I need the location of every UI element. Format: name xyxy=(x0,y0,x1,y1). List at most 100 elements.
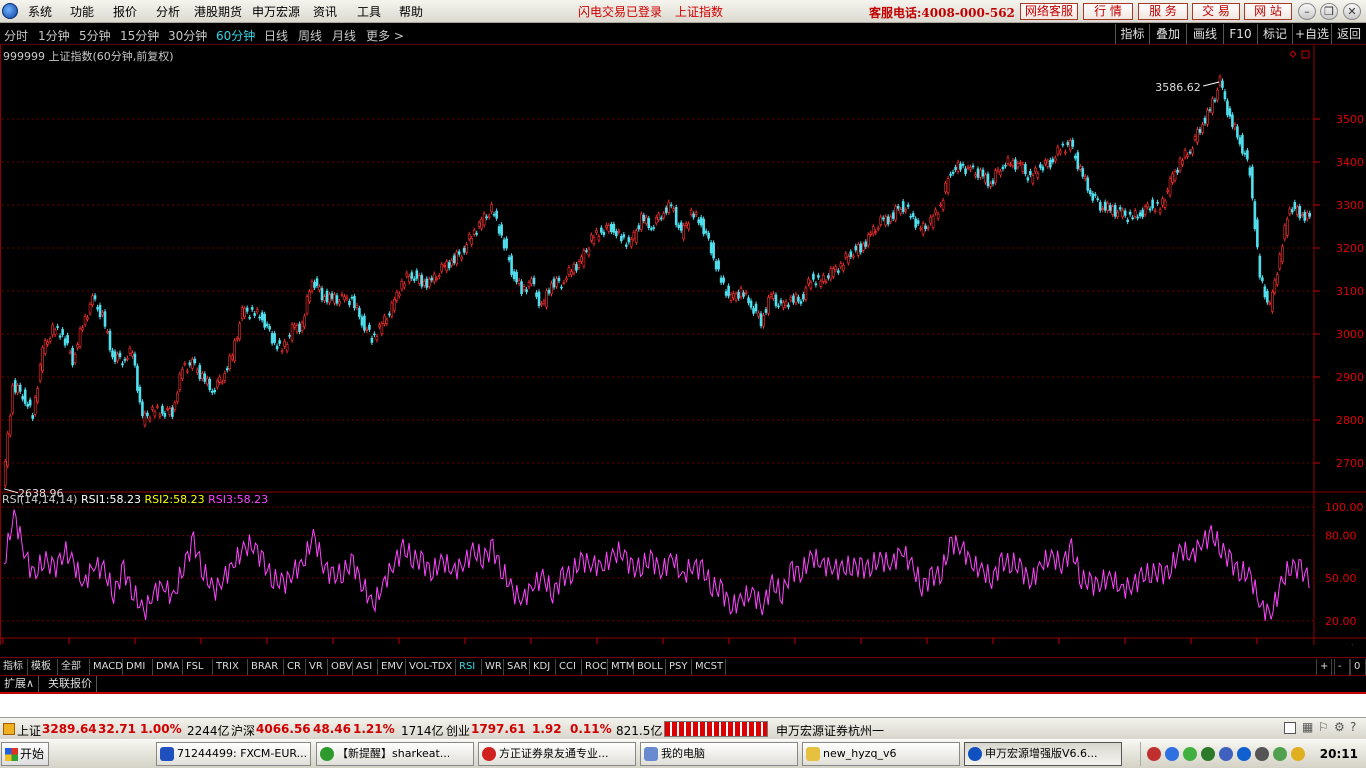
volume-icon[interactable] xyxy=(1255,747,1269,761)
indicator-tab-kdj[interactable]: KDJ xyxy=(530,659,556,675)
news-icon[interactable]: ▦ xyxy=(1302,720,1313,734)
network-icon[interactable] xyxy=(1147,747,1161,761)
indicator-tab-fsl[interactable]: FSL xyxy=(183,659,213,675)
settings-icon[interactable]: ⚙ xyxy=(1334,720,1345,734)
indicator-tab-全部[interactable]: 全部 xyxy=(58,659,90,675)
menu-hk-futures[interactable]: 港股期货 xyxy=(194,3,242,20)
tool-back[interactable]: 返回 xyxy=(1331,24,1366,44)
indicator-tab-模板[interactable]: 模板 xyxy=(28,659,58,675)
task-browser-forum[interactable]: 【新提醒】sharkeat... xyxy=(316,742,474,766)
restore-icon[interactable]: ❐ xyxy=(1320,3,1338,20)
indicator-tab-roc[interactable]: ROC xyxy=(582,659,608,675)
candle-body xyxy=(989,183,992,187)
task-swhy[interactable]: 申万宏源增强版V6.6... xyxy=(964,742,1122,766)
indicator-tab-dmi[interactable]: DMI xyxy=(123,659,153,675)
period-30min[interactable]: 30分钟 xyxy=(168,27,207,44)
menu-analysis[interactable]: 分析 xyxy=(156,3,180,20)
index-link[interactable]: 上证指数 xyxy=(675,3,723,20)
period-5min[interactable]: 5分钟 xyxy=(79,27,111,44)
task-folder[interactable]: new_hyzq_v6 xyxy=(802,742,960,766)
tool-draw[interactable]: 画线 xyxy=(1186,24,1223,44)
close-icon[interactable]: ✕ xyxy=(1343,3,1361,20)
help-icon[interactable]: ? xyxy=(1350,720,1356,734)
ie-icon[interactable] xyxy=(1183,747,1197,761)
service-button[interactable]: 服 务 xyxy=(1138,3,1188,20)
indicator-tab-psy[interactable]: PSY xyxy=(666,659,692,675)
period-weekly[interactable]: 周线 xyxy=(298,27,322,44)
ime-icon[interactable] xyxy=(1165,747,1179,761)
market-button[interactable]: 行 情 xyxy=(1083,3,1133,20)
checkbox-icon[interactable] xyxy=(1284,722,1296,734)
task-my-computer[interactable]: 我的电脑 xyxy=(640,742,798,766)
website-button[interactable]: 网 站 xyxy=(1244,3,1292,20)
zoom-in-button[interactable]: + xyxy=(1316,659,1332,675)
app-logo-icon[interactable] xyxy=(2,3,18,19)
indicator-tab-wr[interactable]: WR xyxy=(482,659,504,675)
menu-tools[interactable]: 工具 xyxy=(357,3,381,20)
tool-f10[interactable]: F10 xyxy=(1223,24,1257,44)
indicator-tab-macd[interactable]: MACD xyxy=(90,659,123,675)
online-service-button[interactable]: 网络客服 xyxy=(1020,3,1078,20)
indicator-tab-obv[interactable]: OBV xyxy=(328,659,353,675)
indicator-tab-brar[interactable]: BRAR xyxy=(248,659,284,675)
candle-body xyxy=(1233,124,1237,129)
update-icon[interactable] xyxy=(1273,747,1287,761)
period-monthly[interactable]: 月线 xyxy=(332,27,356,44)
candle-body xyxy=(228,355,232,370)
connection-icon[interactable]: ⚐ xyxy=(1318,720,1329,734)
task-founder[interactable]: 方正证券泉友通专业... xyxy=(478,742,636,766)
indicator-tab-boll[interactable]: BOLL xyxy=(634,659,666,675)
candle-body xyxy=(639,213,643,230)
period-60min[interactable]: 60分钟 xyxy=(216,27,255,44)
minimize-icon[interactable]: – xyxy=(1298,3,1316,20)
period-1min[interactable]: 1分钟 xyxy=(38,27,70,44)
refresh-icon[interactable] xyxy=(1291,747,1305,761)
indicator-tab-emv[interactable]: EMV xyxy=(378,659,406,675)
zoom-reset-button[interactable]: 0 xyxy=(1350,659,1366,675)
start-button[interactable]: 开始 xyxy=(1,742,49,766)
tool-mark[interactable]: 标记 xyxy=(1257,24,1292,44)
indicator-tab-vol-tdx[interactable]: VOL-TDX xyxy=(406,659,456,675)
trade-button[interactable]: 交 易 xyxy=(1192,3,1240,20)
period-daily[interactable]: 日线 xyxy=(264,27,288,44)
zoom-out-button[interactable]: - xyxy=(1334,659,1350,675)
indicator-tab-asi[interactable]: ASI xyxy=(353,659,378,675)
indicator-tab-vr[interactable]: VR xyxy=(306,659,328,675)
tool-overlay[interactable]: 叠加 xyxy=(1149,24,1186,44)
chart-area[interactable]: 3500 3400 3300 3200 3100 3000 2900 2800 2700 100.… xyxy=(0,45,1366,645)
indicator-tab-trix[interactable]: TRIX xyxy=(213,659,248,675)
expand-tab[interactable]: 扩展∧ xyxy=(0,676,40,692)
candle-body xyxy=(325,290,329,303)
bluetooth-icon[interactable] xyxy=(1237,747,1251,761)
period-tick[interactable]: 分时 xyxy=(4,27,28,44)
indicator-tab-cr[interactable]: CR xyxy=(284,659,306,675)
login-status[interactable]: 闪电交易已登录 xyxy=(578,3,662,20)
indicator-tab-cci[interactable]: CCI xyxy=(556,659,582,675)
hs-name[interactable]: 沪深 xyxy=(231,722,255,739)
menu-quote[interactable]: 报价 xyxy=(113,3,137,20)
tool-indicator[interactable]: 指标 xyxy=(1115,24,1149,44)
period-more[interactable]: 更多 > xyxy=(366,27,404,44)
indicator-tab-sar[interactable]: SAR xyxy=(504,659,530,675)
indicator-tab-mtm[interactable]: MTM xyxy=(608,659,634,675)
period-15min[interactable]: 15分钟 xyxy=(120,27,159,44)
menu-info[interactable]: 资讯 xyxy=(313,3,337,20)
indicator-tab-dma[interactable]: DMA xyxy=(153,659,183,675)
menu-system[interactable]: 系统 xyxy=(28,3,52,20)
menu-swhy[interactable]: 申万宏源 xyxy=(252,3,300,20)
menu-function[interactable]: 功能 xyxy=(70,3,94,20)
sh-name[interactable]: 上证 xyxy=(17,722,41,739)
cy-name[interactable]: 创业 xyxy=(446,722,470,739)
indicator-tab-mcst[interactable]: MCST xyxy=(692,659,726,675)
indicator-tab-指标[interactable]: 指标 xyxy=(0,659,28,675)
monitor-icon[interactable] xyxy=(1219,747,1233,761)
indicator-tab-rsi[interactable]: RSI xyxy=(456,659,482,675)
related-quote-tab[interactable]: 关联报价 xyxy=(44,676,97,692)
kline-chart[interactable]: 3500 3400 3300 3200 3100 3000 2900 2800 2700 100.… xyxy=(0,45,1366,645)
antivirus-icon[interactable] xyxy=(1201,747,1215,761)
menu-help[interactable]: 帮助 xyxy=(399,3,423,20)
candle-body xyxy=(235,338,239,341)
candle-body xyxy=(1183,150,1187,158)
tool-add-watchlist[interactable]: +自选 xyxy=(1292,24,1331,44)
task-fxcm[interactable]: 71244499: FXCM-EUR... xyxy=(156,742,311,766)
